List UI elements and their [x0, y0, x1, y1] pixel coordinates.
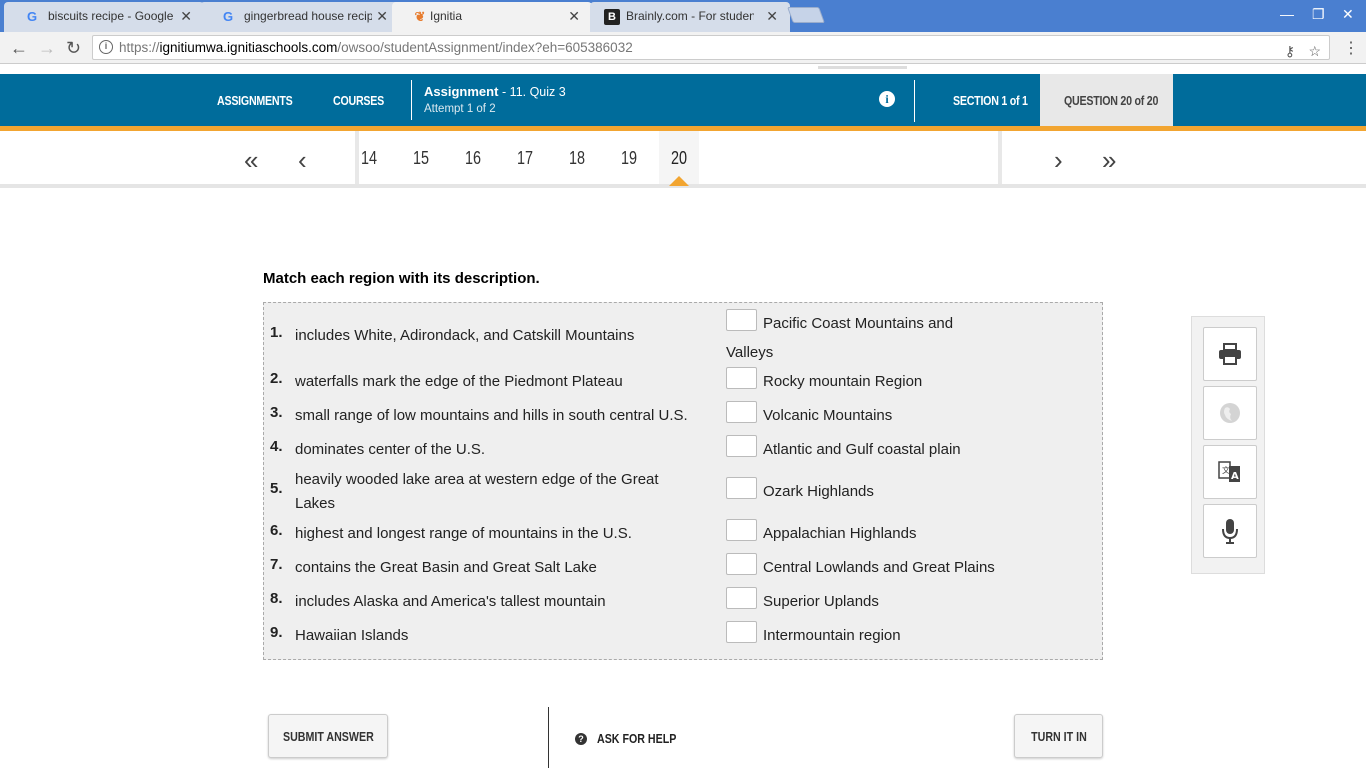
forward-icon[interactable]: → [38, 38, 56, 59]
tools-panel: 文 A [1191, 316, 1265, 574]
question-link-17[interactable]: 17 [517, 148, 533, 169]
window-close-icon[interactable]: ✕ [1342, 6, 1354, 23]
tab-title: gingerbread house recip [244, 9, 372, 23]
close-icon[interactable]: ✕ [766, 8, 778, 25]
question-link-16[interactable]: 16 [465, 148, 481, 169]
nav-assignments[interactable]: ASSIGNMENTS [217, 93, 293, 108]
key-icon[interactable]: ⚷ [1285, 40, 1295, 63]
close-icon[interactable]: ✕ [180, 8, 192, 25]
answer-input[interactable] [726, 309, 757, 331]
next-question-icon[interactable]: › [1054, 145, 1063, 176]
google-icon: G [222, 9, 234, 24]
nav-separator [355, 131, 359, 184]
question-link-15[interactable]: 15 [413, 148, 429, 169]
info-icon[interactable]: i [879, 91, 895, 107]
nav-courses[interactable]: COURSES [333, 93, 384, 108]
print-button[interactable] [1203, 327, 1257, 381]
question-link-20[interactable]: 20 [671, 148, 687, 169]
answer-input[interactable] [726, 621, 757, 643]
microphone-button[interactable] [1203, 504, 1257, 558]
attempt-label: Attempt 1 of 2 [424, 103, 496, 115]
tab-title: Brainly.com - For studen [626, 9, 754, 23]
submit-answer-button[interactable]: SUBMIT ANSWER [268, 714, 388, 758]
question-link-14[interactable]: 14 [361, 148, 377, 169]
nav-separator [998, 131, 1002, 184]
google-icon: G [26, 9, 38, 24]
assignment-title: Assignment - 11. Quiz 3 [424, 84, 566, 99]
option-label: Superior Uplands [763, 593, 879, 610]
previous-question-icon[interactable]: ‹ [298, 145, 307, 176]
help-icon: ? [575, 732, 587, 745]
browser-tab-1[interactable]: G biscuits recipe - Google S ✕ [4, 2, 204, 32]
svg-text:文: 文 [1222, 465, 1230, 475]
turn-it-in-button[interactable]: TURN IT IN [1014, 714, 1103, 758]
option-label: Atlantic and Gulf coastal plain [763, 441, 961, 458]
browser-tab-4[interactable]: B Brainly.com - For studen ✕ [590, 2, 790, 32]
header-divider [914, 80, 915, 122]
first-question-icon[interactable]: « [244, 145, 258, 176]
header-divider [411, 80, 412, 120]
answer-input[interactable] [726, 435, 757, 457]
section-label: SECTION 1 of 1 [953, 93, 1028, 108]
globe-button[interactable] [1203, 386, 1257, 440]
browser-tab-2[interactable]: G gingerbread house recip ✕ [200, 2, 400, 32]
question-link-18[interactable]: 18 [569, 148, 585, 169]
close-icon[interactable]: ✕ [568, 8, 580, 25]
answer-input[interactable] [726, 553, 757, 575]
answer-input[interactable] [726, 367, 757, 389]
tab-title: Ignitia [430, 9, 463, 23]
reload-icon[interactable]: ↻ [66, 38, 81, 59]
flame-icon: ❦ [414, 9, 426, 24]
minimize-icon[interactable]: — [1280, 6, 1294, 22]
ask-for-help-link[interactable]: ? ASK FOR HELP [575, 731, 694, 746]
option-label: Central Lowlands and Great Plains [763, 559, 995, 576]
question-label: QUESTION 20 of 20 [1064, 93, 1159, 108]
option-label-wrap: Valleys [726, 344, 774, 361]
answer-input[interactable] [726, 401, 757, 423]
microphone-icon [1222, 519, 1238, 544]
address-bar[interactable]: i https://ignitiumwa.ignitiaschools.com/… [92, 35, 1330, 60]
question-link-19[interactable]: 19 [621, 148, 637, 169]
browser-tab-3[interactable]: ❦ Ignitia ✕ [392, 2, 592, 32]
answer-input[interactable] [726, 587, 757, 609]
last-question-icon[interactable]: » [1102, 145, 1116, 176]
answer-input[interactable] [726, 477, 757, 499]
scroll-indicator [818, 66, 907, 69]
option-label: Appalachian Highlands [763, 525, 917, 542]
print-icon [1219, 343, 1241, 365]
restore-icon[interactable]: ❐ [1312, 6, 1325, 23]
footer-divider [548, 707, 549, 768]
browser-tabstrip: G biscuits recipe - Google S ✕ G gingerb… [0, 0, 1366, 32]
new-tab-button[interactable] [787, 7, 825, 23]
answer-input[interactable] [726, 519, 757, 541]
option-label: Ozark Highlands [763, 483, 874, 500]
question-prompt: Match each region with its description. [263, 270, 540, 287]
option-label: Rocky mountain Region [763, 373, 923, 390]
browser-toolbar: ← → ↻ i https://ignitiumwa.ignitiaschool… [0, 32, 1366, 64]
brainly-icon: B [604, 9, 620, 25]
menu-icon[interactable]: ⋮ [1343, 38, 1359, 58]
back-icon[interactable]: ← [10, 38, 28, 59]
option-label: Volcanic Mountains [763, 407, 893, 424]
translate-button[interactable]: 文 A [1203, 445, 1257, 499]
site-info-icon[interactable]: i [99, 40, 113, 54]
option-label: Pacific Coast Mountains and [763, 315, 954, 332]
option-label: Intermountain region [763, 627, 901, 644]
tab-title: biscuits recipe - Google S [48, 9, 176, 23]
close-icon[interactable]: ✕ [376, 8, 388, 25]
bookmark-star-icon[interactable]: ☆ [1308, 40, 1321, 63]
translate-icon: 文 A [1218, 461, 1240, 482]
current-question-marker [669, 176, 689, 186]
globe-icon [1220, 403, 1240, 423]
svg-text:A: A [1231, 471, 1239, 482]
